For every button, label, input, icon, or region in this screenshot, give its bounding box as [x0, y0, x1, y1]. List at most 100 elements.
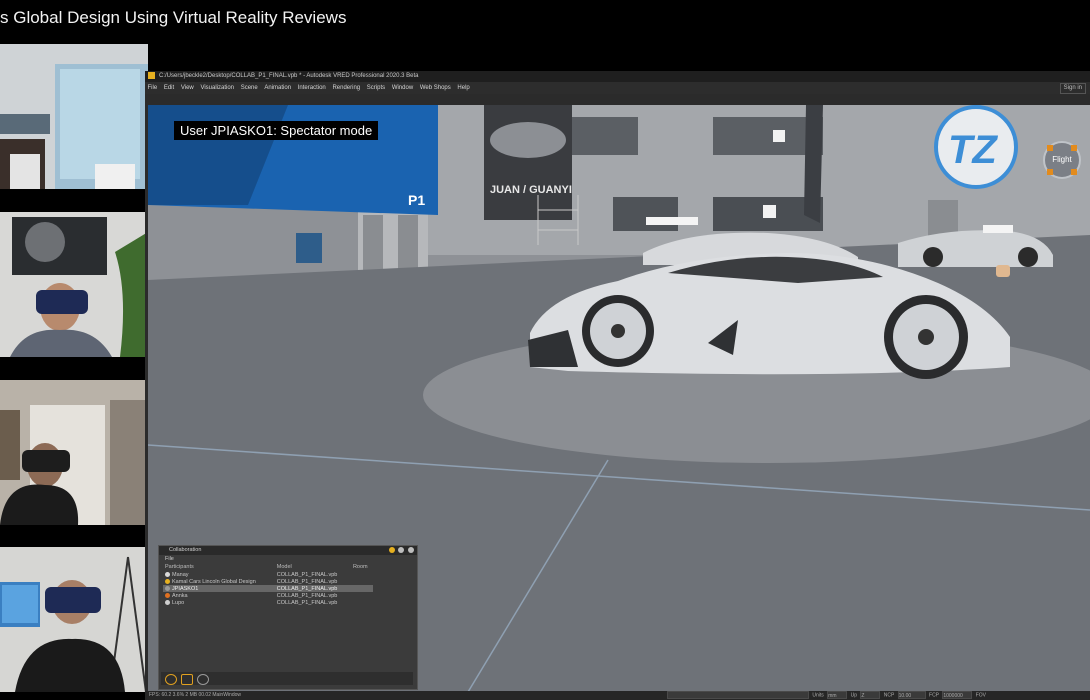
participant-room — [351, 592, 373, 599]
vertical-banner — [804, 105, 823, 223]
menu-view[interactable]: View — [181, 85, 194, 91]
participant-name-cell: Manay — [163, 571, 275, 578]
menu-edit[interactable]: Edit — [164, 85, 174, 91]
menu-bar: File Edit View Visualization Scene Anima… — [145, 82, 1090, 94]
status-right-controls: Units mm Up Z NCP 10.00 FCP 1000000 FOV — [665, 691, 986, 700]
units-select[interactable]: mm — [827, 691, 848, 699]
fcp-label: FCP — [929, 692, 939, 699]
menu-scripts[interactable]: Scripts — [367, 85, 385, 91]
status-fps: FPS: 60.2 3.6% 2 MB 00.02 MainWindow — [149, 692, 241, 698]
menu-interaction[interactable]: Interaction — [298, 85, 326, 91]
spectator-mode-label: User JPIASKO1: Spectator mode — [174, 121, 379, 140]
juan-sign-text: JUAN / GUANYI — [490, 184, 572, 196]
avatar-hand — [996, 265, 1010, 277]
menu-scene[interactable]: Scene — [241, 85, 258, 91]
table-row[interactable]: JPIASKO1 COLLAB_P1_FINAL.vpb — [163, 585, 373, 592]
flight-button[interactable]: Flight — [1043, 141, 1081, 179]
juan-sign-car — [490, 122, 566, 158]
participant-status-icon — [165, 592, 170, 598]
up-value: Z — [861, 693, 865, 699]
window-1 — [568, 117, 638, 155]
participant-status-icon — [165, 599, 170, 605]
webcam-strip — [0, 44, 148, 700]
webcam-1-image — [0, 44, 148, 189]
participant-name: Annka — [172, 592, 188, 599]
left-door-1 — [363, 215, 383, 270]
collaboration-menu-file[interactable]: File — [159, 555, 417, 563]
participant-name: JPIASKO1 — [172, 585, 199, 592]
sign-in-button[interactable]: Sign in — [1059, 83, 1086, 94]
ncp-input[interactable]: 10.00 — [897, 691, 926, 699]
rear-hub — [918, 329, 934, 345]
participant-room — [351, 571, 373, 578]
pointer-icon[interactable] — [197, 674, 209, 685]
window-titlebar: C:/Users/jbeckle2/Desktop/COLLAB_P1_FINA… — [145, 71, 1090, 82]
background-car-2-wheel-2 — [1018, 247, 1038, 267]
table-row[interactable]: Annka COLLAB_P1_FINAL.vpb — [163, 592, 373, 599]
avatar-label-kamal — [646, 217, 698, 225]
participant-status-icon — [165, 585, 170, 591]
trash-bin — [296, 233, 322, 263]
avatar-label-annka — [983, 225, 1013, 233]
column-room[interactable]: Room — [351, 563, 373, 571]
tz-logo-text: TZ — [948, 128, 998, 172]
fcp-value: 1000000 — [943, 693, 963, 699]
menu-file[interactable]: File — [148, 85, 158, 91]
participant-name-cell: Lupo — [163, 599, 275, 606]
table-row[interactable]: Lupo COLLAB_P1_FINAL.vpb — [163, 599, 373, 606]
fcp-input[interactable]: 1000000 — [942, 691, 973, 699]
window-4 — [613, 197, 678, 231]
flight-corner-icon — [1071, 145, 1077, 151]
table-row[interactable]: Manay COLLAB_P1_FINAL.vpb — [163, 571, 373, 578]
menu-help[interactable]: Help — [457, 85, 469, 91]
flight-button-label: Flight — [1052, 155, 1072, 164]
menu-web-shops[interactable]: Web Shops — [420, 85, 451, 91]
front-hub — [611, 324, 625, 338]
flight-corner-icon — [1071, 169, 1077, 175]
participant-room — [350, 585, 373, 592]
close-icon[interactable] — [408, 547, 414, 553]
ncp-label: NCP — [883, 692, 895, 699]
light-1 — [773, 130, 785, 142]
menu-visualization[interactable]: Visualization — [200, 85, 234, 91]
units-value: mm — [828, 693, 837, 699]
command-input[interactable] — [667, 691, 809, 699]
participant-name-cell: JPIASKO1 — [163, 585, 275, 592]
menu-rendering[interactable]: Rendering — [332, 85, 360, 91]
up-select[interactable]: Z — [860, 691, 881, 699]
p1-logo: P1 — [408, 192, 425, 208]
left-door-2 — [398, 215, 418, 270]
participant-name: Lupo — [172, 599, 185, 606]
participant-name-cell: Kamal Cars Lincoln Global Design — [163, 578, 275, 585]
participant-model: COLLAB_P1_FINAL.vpb — [276, 592, 338, 599]
participant-model: COLLAB_P1_FINAL.vpb — [276, 571, 338, 578]
units-label: Units — [812, 692, 824, 699]
participant-name: Kamal Cars Lincoln Global Design — [172, 578, 256, 585]
webcam-tile-1 — [0, 44, 148, 189]
participant-room — [351, 578, 373, 585]
column-participants[interactable]: Participants — [163, 563, 275, 571]
info-icon[interactable] — [165, 674, 177, 685]
headset-icon[interactable] — [181, 674, 193, 685]
float-icon[interactable] — [398, 547, 405, 553]
participant-name-cell: Annka — [163, 592, 275, 599]
ncp-value: 10.00 — [898, 693, 912, 699]
window-title: C:/Users/jbeckle2/Desktop/COLLAB_P1_FINA… — [159, 73, 419, 79]
minimize-icon[interactable] — [388, 547, 395, 553]
participant-model: COLLAB_P1_FINAL.vpb — [276, 599, 338, 606]
menu-animation[interactable]: Animation — [264, 85, 291, 91]
participant-model: COLLAB_P1_FINAL.vpb — [274, 585, 351, 592]
up-label: Up — [850, 692, 857, 699]
collaboration-toolbar — [161, 672, 413, 685]
3d-viewport[interactable]: P1 JUAN / GUANYI TZ User JPIASKO1: Spect… — [148, 105, 1090, 692]
menu-window[interactable]: Window — [392, 85, 413, 91]
flight-corner-icon — [1047, 145, 1053, 151]
flight-corner-icon — [1047, 169, 1053, 175]
vred-window: C:/Users/jbeckle2/Desktop/COLLAB_P1_FINA… — [145, 71, 1090, 700]
table-row[interactable]: Kamal Cars Lincoln Global Design COLLAB_P… — [163, 578, 373, 585]
participant-status-icon — [165, 571, 170, 577]
video-headline: s Global Design Using Virtual Reality Re… — [0, 8, 347, 27]
participant-status-icon — [165, 578, 170, 584]
fov-label: FOV — [975, 692, 986, 699]
column-model[interactable]: Model — [275, 563, 351, 571]
